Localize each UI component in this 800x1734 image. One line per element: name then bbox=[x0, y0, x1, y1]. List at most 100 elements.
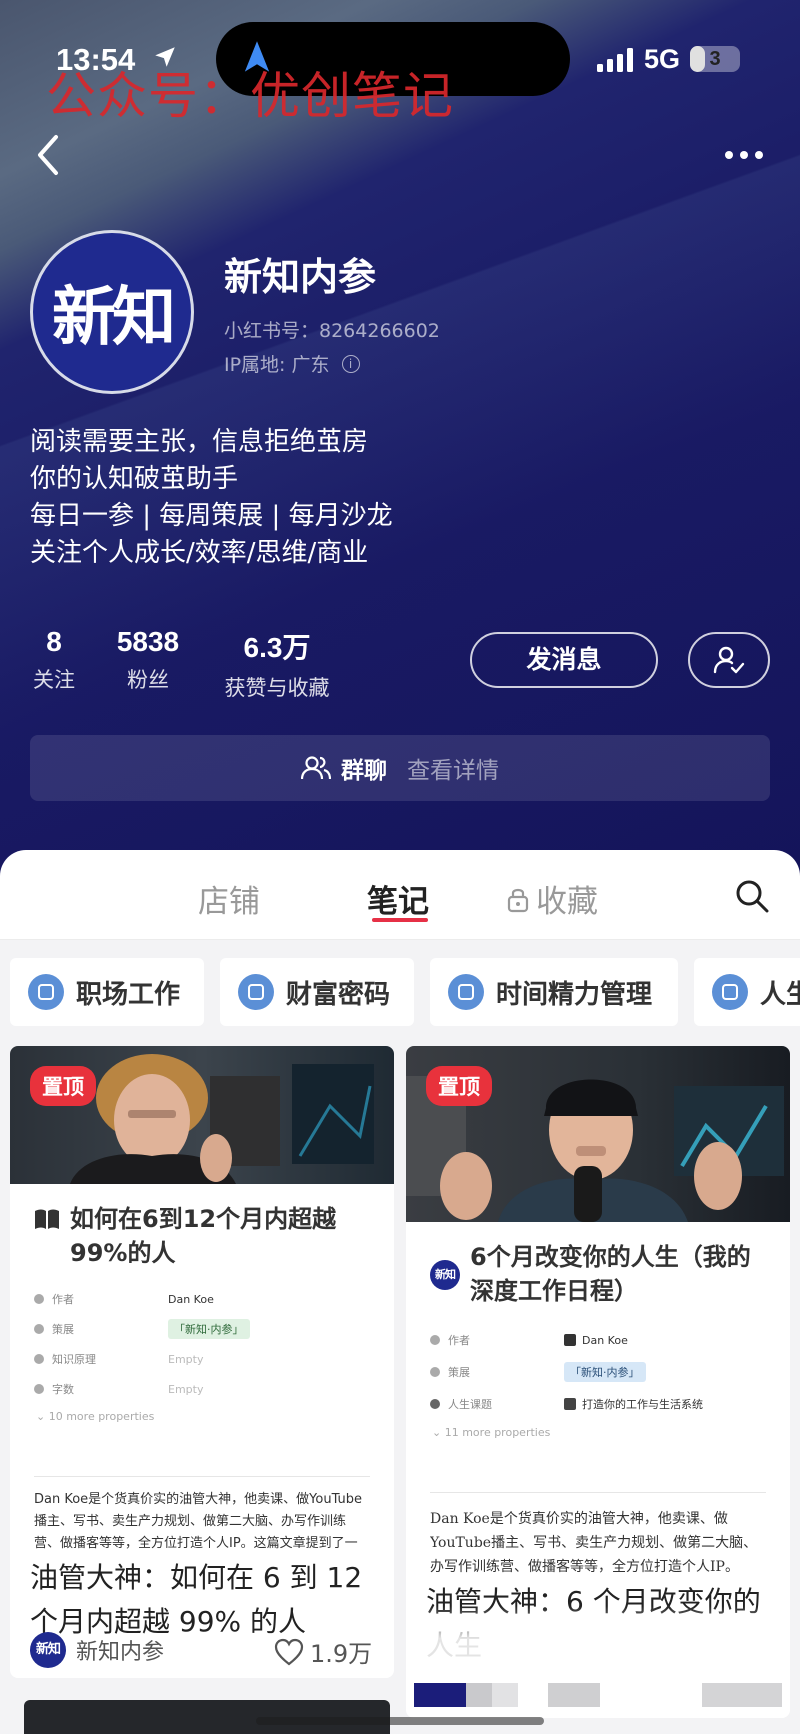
blur-block bbox=[414, 1683, 466, 1707]
note-cover-photo: 置顶 bbox=[10, 1046, 394, 1184]
search-icon[interactable] bbox=[734, 878, 770, 914]
avatar-text: 新知 bbox=[52, 280, 176, 355]
note-cover-photo: 置顶 bbox=[406, 1046, 790, 1222]
stat-likes-label: 获赞与收藏 bbox=[224, 676, 330, 700]
property-key: 作者 bbox=[52, 1293, 74, 1306]
collection-label: 职场工作 bbox=[76, 979, 181, 1010]
network-type: 5G bbox=[644, 44, 681, 74]
like-button[interactable]: 1.9万 bbox=[274, 1634, 372, 1669]
active-tab-indicator bbox=[372, 918, 428, 922]
collection-chip[interactable]: 财富密码 bbox=[220, 958, 414, 1026]
ip-location-text: IP属地: 广东 bbox=[224, 354, 330, 376]
back-chevron-icon[interactable] bbox=[36, 134, 60, 176]
notion-properties: 作者 Dan Koe 策展 「新知·内参」 人生课题 打造你的工作与生活系统 ⌄ 11… bbox=[430, 1324, 766, 1439]
stat-following-value: 8 bbox=[46, 626, 62, 657]
blur-block bbox=[492, 1683, 518, 1707]
collection-icon bbox=[28, 974, 64, 1010]
alert-icon bbox=[430, 1399, 440, 1409]
open-book-icon bbox=[35, 1209, 59, 1229]
blur-block bbox=[702, 1683, 782, 1707]
collection-chip[interactable]: 职场工作 bbox=[10, 958, 204, 1026]
property-tag: 「新知·内参」 bbox=[564, 1362, 646, 1382]
property-row: 作者 Dan Koe bbox=[430, 1324, 766, 1356]
lock-icon bbox=[507, 888, 529, 912]
group-chat-bar[interactable]: 群聊 查看详情 bbox=[30, 735, 770, 801]
group-chat-detail: 查看详情 bbox=[407, 758, 499, 784]
info-icon[interactable]: i bbox=[341, 354, 360, 373]
follow-button[interactable] bbox=[688, 632, 770, 688]
like-count: 1.9万 bbox=[310, 1640, 373, 1668]
note-excerpt: Dan Koe是个货真价实的油管大神，他卖课、做YouTube播主、写书、卖生产… bbox=[34, 1492, 363, 1551]
tab-store[interactable]: 店铺 bbox=[198, 876, 260, 921]
author-logo-icon bbox=[564, 1334, 576, 1346]
property-row: 人生课题 打造你的工作与生活系统 bbox=[430, 1388, 766, 1420]
collection-icon bbox=[712, 974, 748, 1010]
blur-block bbox=[548, 1683, 600, 1707]
note-excerpt: Dan Koe是个货真价实的油管大神，他卖课、做YouTube播主、写书、卖生产… bbox=[430, 1511, 758, 1575]
battery-level: 3 bbox=[709, 48, 721, 70]
property-row: 策展 「新知·内参」 bbox=[430, 1356, 766, 1388]
person-icon bbox=[430, 1335, 440, 1345]
bio-line: 阅读需要主张，信息拒绝茧房 bbox=[30, 427, 369, 457]
tab-collections[interactable]: 收藏 bbox=[506, 876, 598, 921]
property-key: 字数 bbox=[52, 1383, 74, 1396]
notion-excerpt-block: Dan Koe是个货真价实的油管大神，他卖课、做YouTube播主、写书、卖生产… bbox=[430, 1492, 766, 1589]
property-value: Empty bbox=[168, 1352, 204, 1366]
author-name: 新知内参 bbox=[76, 1640, 165, 1665]
property-row: 字数 Empty bbox=[34, 1374, 370, 1404]
property-row: 作者 Dan Koe bbox=[34, 1284, 370, 1314]
stat-followers[interactable]: 5838 粉丝 bbox=[108, 626, 188, 694]
notion-logo: 新知 bbox=[430, 1240, 460, 1308]
notion-preview: 如何在6到12个月内超越99%的人 作者 Dan Koe 策展 「新知·内参」 知识… bbox=[10, 1184, 394, 1454]
person-icon bbox=[34, 1294, 44, 1304]
blur-overlay bbox=[406, 1606, 790, 1660]
profile-header: 13:54 5G 3 公众号：优创笔记 新知 新知内参 小红书号：8264266… bbox=[0, 0, 800, 880]
property-value: Dan Koe bbox=[168, 1292, 214, 1306]
collection-label: 人生 bbox=[760, 979, 800, 1010]
heart-icon bbox=[274, 1638, 304, 1665]
note-title: 油管大神：如何在 6 到 12 个月内超越 99% 的人 bbox=[30, 1561, 363, 1638]
blurred-author-row bbox=[414, 1683, 784, 1707]
property-key: 人生课题 bbox=[448, 1398, 492, 1411]
property-value: 打造你的工作与生活系统 bbox=[582, 1398, 703, 1411]
bio-line: 每日一参 | 每周策展 | 每月沙龙 bbox=[30, 501, 393, 531]
profile-avatar[interactable]: 新知 bbox=[30, 230, 194, 394]
notion-title-text: 如何在6到12个月内超越99%的人 bbox=[70, 1205, 337, 1267]
notion-title-text: 6个月改变你的人生（我的深度工作日程） bbox=[470, 1243, 751, 1305]
note-card[interactable]: 置顶 如何在6到12个月内超越99%的人 作者 Dan Koe 策展 「新知·内参」… bbox=[10, 1046, 394, 1678]
property-value: Dan Koe bbox=[582, 1333, 628, 1347]
user-check-icon bbox=[713, 646, 745, 674]
list-icon bbox=[34, 1354, 44, 1364]
pinned-badge: 置顶 bbox=[30, 1066, 96, 1106]
property-row: 知识原理 Empty bbox=[34, 1344, 370, 1374]
note-author[interactable]: 新知 新知内参 bbox=[30, 1632, 164, 1668]
note-collections: 职场工作 财富密码 时间精力管理 人生 bbox=[0, 940, 800, 1044]
more-properties: ⌄ 10 more properties bbox=[36, 1410, 155, 1423]
property-key: 作者 bbox=[448, 1334, 470, 1347]
battery-indicator: 3 bbox=[690, 46, 740, 72]
profile-bio: 阅读需要主张，信息拒绝茧房 你的认知破茧助手 每日一参 | 每周策展 | 每月沙… bbox=[30, 424, 393, 572]
more-options-icon[interactable] bbox=[724, 150, 764, 160]
send-message-button[interactable]: 发消息 bbox=[470, 632, 658, 688]
stat-likes-collects[interactable]: 6.3万 获赞与收藏 bbox=[216, 626, 338, 702]
bio-line: 关注个人成长/效率/思维/商业 bbox=[30, 538, 369, 568]
notion-title: 新知 6个月改变你的人生（我的深度工作日程） bbox=[430, 1240, 766, 1308]
tab-notes[interactable]: 笔记 bbox=[367, 876, 429, 921]
collection-chip[interactable]: 人生 bbox=[694, 958, 800, 1026]
stat-following[interactable]: 8 关注 bbox=[30, 626, 78, 694]
ip-location: IP属地: 广东 i bbox=[224, 350, 360, 377]
property-row: 策展 「新知·内参」 bbox=[34, 1314, 370, 1344]
stat-followers-value: 5838 bbox=[116, 626, 180, 657]
notion-excerpt-block: Dan Koe是个货真价实的油管大神，他卖课、做YouTube播主、写书、卖生产… bbox=[34, 1476, 370, 1555]
profile-name: 新知内参 bbox=[224, 255, 377, 299]
collection-chip[interactable]: 时间精力管理 bbox=[430, 958, 678, 1026]
note-card[interactable]: 置顶 新知 6个月改变你的人生（我的深度工作日程） 作者 Dan Koe 策展 「新… bbox=[406, 1046, 790, 1718]
notion-properties: 作者 Dan Koe 策展 「新知·内参」 知识原理 Empty 字数 Empty ⌄ … bbox=[34, 1284, 370, 1423]
home-indicator bbox=[256, 1717, 544, 1725]
watermark-text: 公众号：优创笔记 bbox=[46, 67, 454, 125]
collection-label: 时间精力管理 bbox=[496, 979, 653, 1010]
collection-icon bbox=[238, 974, 274, 1010]
more-properties-text: 11 more properties bbox=[444, 1426, 551, 1439]
arrow-circle-icon bbox=[430, 1367, 440, 1377]
profile-tabs: 店铺 笔记 收藏 bbox=[0, 850, 800, 940]
